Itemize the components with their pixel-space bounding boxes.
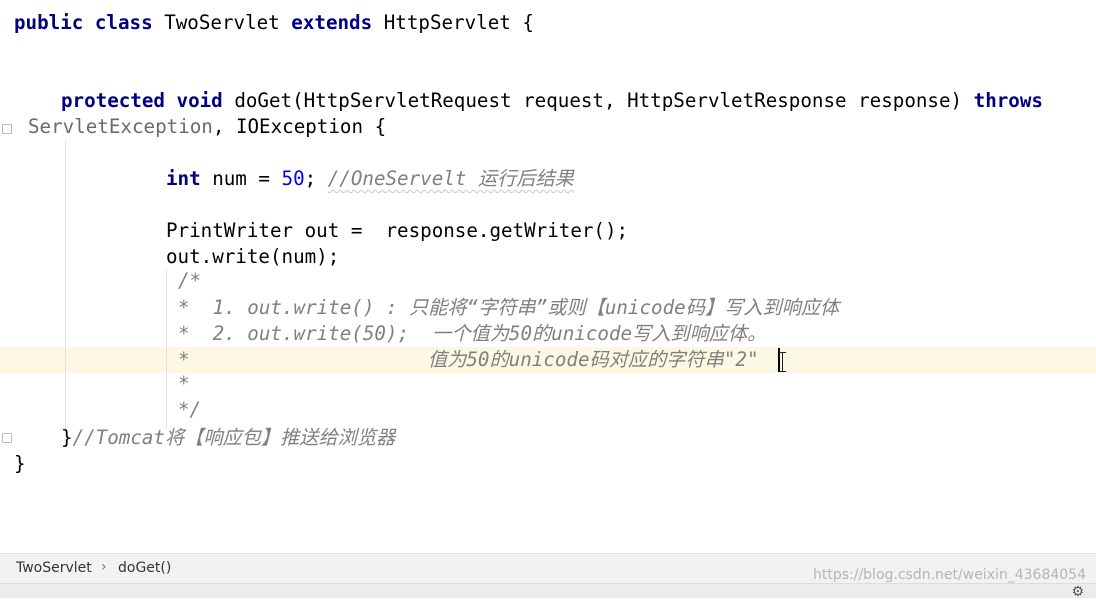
- indent-guide: [65, 140, 66, 430]
- code-editor[interactable]: public class TwoServlet extends HttpServ…: [0, 0, 1096, 553]
- block-comment-line[interactable]: *: [178, 371, 190, 397]
- code-line-num-declaration[interactable]: int num = 50; //OneServelt 运行后结果: [166, 166, 574, 192]
- gear-icon[interactable]: ⚙: [1071, 584, 1084, 600]
- code-line-class-declaration[interactable]: public class TwoServlet extends HttpServ…: [14, 10, 534, 36]
- block-comment-start[interactable]: /*: [178, 268, 201, 294]
- code-line-printwriter[interactable]: PrintWriter out = response.getWriter();: [166, 218, 628, 244]
- block-comment-line-text[interactable]: 值为50的unicode码对应的字符串"2": [428, 347, 759, 373]
- block-comment-line[interactable]: * 2. out.write(50); 一个值为50的unicode写入到响应体…: [178, 321, 766, 347]
- breadcrumb-method[interactable]: doGet(): [118, 560, 171, 576]
- block-comment-end[interactable]: */: [178, 397, 201, 423]
- code-line-throws-clause[interactable]: ServletException, IOException {: [28, 114, 386, 140]
- block-comment-line[interactable]: *: [178, 347, 190, 373]
- watermark: https://blog.csdn.net/weixin_43684054: [812, 567, 1086, 583]
- breadcrumb-class[interactable]: TwoServlet: [16, 560, 92, 576]
- mouse-ibeam-cursor-icon: [779, 352, 786, 372]
- code-line-method-signature[interactable]: protected void doGet(HttpServletRequest …: [61, 88, 1043, 114]
- fold-marker[interactable]: [2, 124, 12, 134]
- breadcrumb-separator-icon: ›: [101, 559, 107, 575]
- bottom-tool-strip: [0, 583, 1096, 598]
- code-line-class-close[interactable]: }: [14, 451, 26, 477]
- fold-marker[interactable]: [2, 433, 12, 443]
- indent-guide: [166, 270, 167, 430]
- code-line-method-close[interactable]: }//Tomcat将【响应包】推送给浏览器: [61, 425, 395, 451]
- block-comment-line[interactable]: * 1. out.write() : 只能将“字符串”或则【unicode码】写…: [178, 295, 839, 321]
- code-line-write-call[interactable]: out.write(num);: [166, 244, 339, 270]
